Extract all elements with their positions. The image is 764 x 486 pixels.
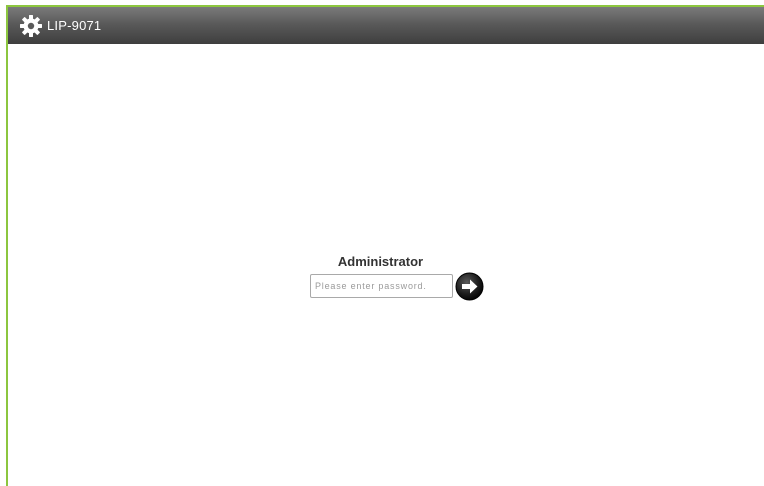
title-bar: LIP-9071 bbox=[8, 7, 764, 44]
frame-border-left bbox=[6, 5, 8, 486]
login-submit-button[interactable] bbox=[455, 272, 484, 301]
user-label: Administrator bbox=[337, 254, 424, 269]
app-window: LIP-9071 Administrator bbox=[0, 0, 764, 486]
login-panel: Administrator bbox=[0, 0, 764, 486]
gear-icon bbox=[19, 14, 43, 38]
app-title: LIP-9071 bbox=[47, 18, 102, 33]
arrow-right-circle-icon bbox=[455, 272, 484, 304]
password-input[interactable] bbox=[310, 274, 453, 298]
